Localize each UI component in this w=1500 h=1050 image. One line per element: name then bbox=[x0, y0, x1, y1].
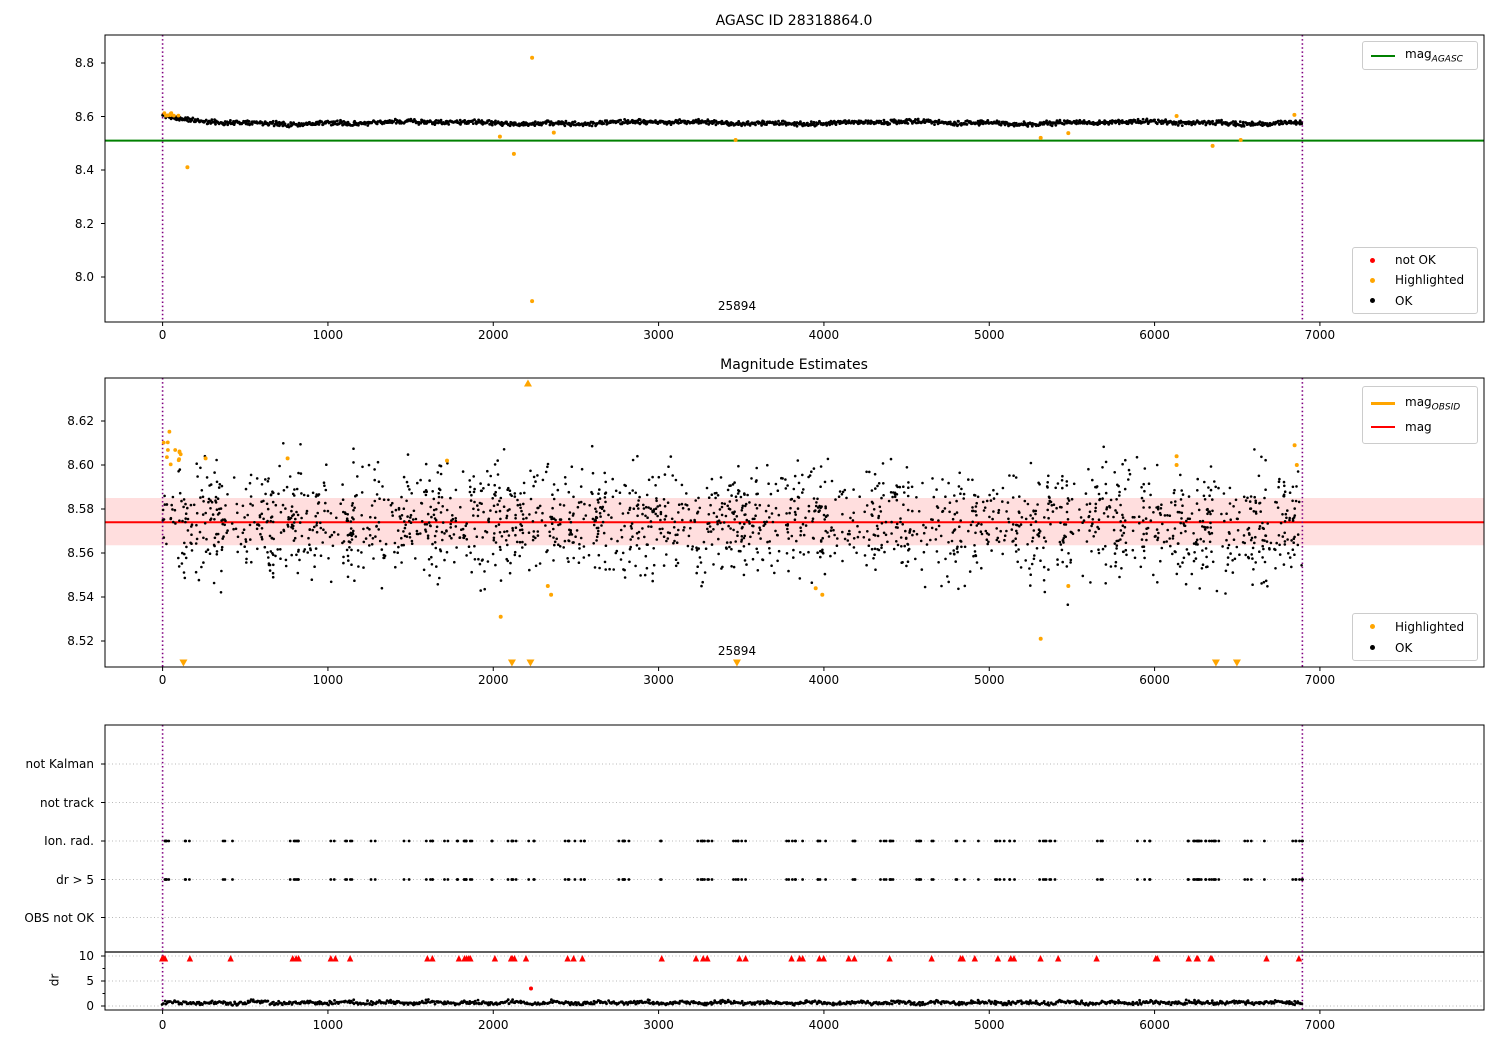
xtick-label: 3000 bbox=[643, 328, 674, 342]
ytick-label-plot2: 8.60 bbox=[67, 458, 94, 472]
xtick-label: 5000 bbox=[973, 1018, 1005, 1032]
ytick-label-plot2: 8.56 bbox=[67, 546, 94, 560]
xtick-label: 7000 bbox=[1304, 1018, 1336, 1032]
xtick-label: 0 bbox=[158, 673, 167, 687]
ytick-label-plot1: 8.6 bbox=[74, 109, 94, 124]
figure: { "colors": { "ok_point": "#000000", "hi… bbox=[0, 0, 1500, 1050]
charts-canvas bbox=[101, 34, 1485, 1014]
ok-label2: OK bbox=[1395, 640, 1413, 655]
highlighted-dot-swatch bbox=[1370, 277, 1375, 283]
plot2-legend-lines: magOBSID mag bbox=[1362, 386, 1478, 444]
xtick-label: 5000 bbox=[973, 328, 1005, 342]
flag-category-label: OBS not OK bbox=[24, 910, 94, 925]
ytick-label-plot1: 8.2 bbox=[74, 216, 94, 231]
xtick-label: 1000 bbox=[312, 328, 344, 342]
plot1-legend-points: not OK Highlighted OK bbox=[1352, 247, 1478, 314]
xtick-label: 1000 bbox=[312, 1018, 344, 1032]
xtick-label: 6000 bbox=[1139, 328, 1170, 342]
flag-category-label: dr > 5 bbox=[56, 872, 94, 887]
plot2-title: Magnitude Estimates bbox=[720, 357, 868, 373]
mag-agasc-label: magAGASC bbox=[1405, 46, 1463, 65]
flag-category-label: not Kalman bbox=[25, 757, 94, 771]
xtick-label: 0 bbox=[158, 1018, 167, 1032]
xtick-label: 1000 bbox=[312, 673, 344, 687]
xtick-label: 7000 bbox=[1304, 328, 1336, 342]
ytick-label-plot2: 8.54 bbox=[67, 590, 94, 604]
xtick-label: 7000 bbox=[1304, 673, 1336, 687]
mag-label: mag bbox=[1405, 419, 1432, 434]
xtick-label: 2000 bbox=[477, 328, 509, 342]
plot1-title: AGASC ID 28318864.0 bbox=[715, 13, 873, 29]
xtick-label: 6000 bbox=[1139, 673, 1170, 687]
dr-tick-label: 0 bbox=[86, 999, 94, 1013]
mag-line-swatch bbox=[1371, 425, 1395, 428]
ytick-label-plot2: 8.62 bbox=[67, 414, 94, 428]
not-ok-dot-swatch bbox=[1370, 257, 1375, 263]
flag-category-label: not track bbox=[39, 795, 94, 810]
highlighted-dot-swatch2 bbox=[1370, 624, 1375, 629]
ok-label: OK bbox=[1395, 293, 1413, 308]
xtick-label: 3000 bbox=[643, 673, 674, 687]
ok-dot-swatch2 bbox=[1370, 645, 1375, 650]
dr-tick-label: 5 bbox=[86, 974, 94, 988]
plot2-legend-points: Highlighted OK bbox=[1352, 613, 1478, 661]
mag-obsid-label: magOBSID bbox=[1405, 394, 1461, 413]
ytick-label-plot1: 8.4 bbox=[74, 163, 94, 177]
not-ok-label: not OK bbox=[1395, 253, 1436, 268]
xtick-label: 6000 bbox=[1139, 1018, 1170, 1032]
plot1-legend-magagasc: magAGASC bbox=[1362, 41, 1478, 70]
plot1-obsid-annotation: 25894 bbox=[717, 299, 757, 313]
xtick-label: 4000 bbox=[808, 328, 840, 342]
ytick-label-plot1: 8.8 bbox=[74, 56, 94, 70]
xtick-label: 5000 bbox=[973, 673, 1005, 687]
plot2-obsid-annotation: 25894 bbox=[717, 644, 757, 658]
highlighted-label: Highlighted bbox=[1395, 273, 1465, 288]
ytick-label-plot2: 8.52 bbox=[67, 634, 94, 648]
mag-obsid-line-swatch bbox=[1371, 402, 1395, 405]
xtick-label: 0 bbox=[158, 328, 167, 342]
xtick-label: 4000 bbox=[808, 673, 840, 687]
ytick-label-plot2: 8.58 bbox=[67, 502, 94, 516]
xtick-label: 2000 bbox=[477, 1018, 509, 1032]
flag-category-label: Ion. rad. bbox=[44, 834, 94, 848]
xtick-label: 3000 bbox=[643, 1018, 674, 1032]
ytick-label-plot1: 8.0 bbox=[74, 270, 94, 284]
highlighted-label2: Highlighted bbox=[1395, 619, 1465, 634]
dr-tick-label: 10 bbox=[78, 949, 94, 963]
xtick-label: 2000 bbox=[477, 673, 509, 687]
xtick-label: 4000 bbox=[808, 1018, 840, 1032]
ok-dot-swatch bbox=[1370, 298, 1375, 304]
mag-agasc-line-swatch bbox=[1371, 54, 1395, 57]
